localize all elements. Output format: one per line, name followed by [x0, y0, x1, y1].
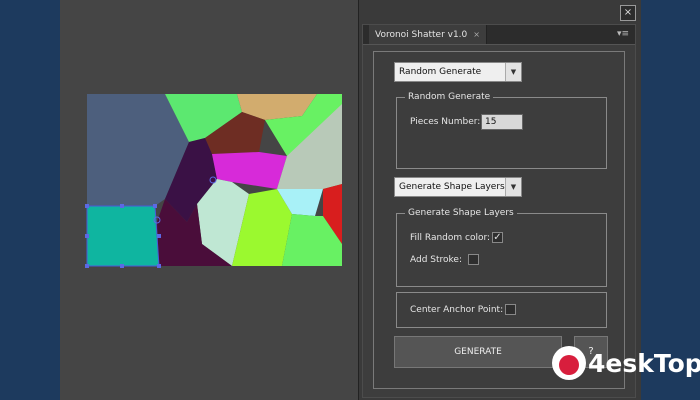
output-dropdown[interactable]: Generate Shape Layers ▼ — [394, 177, 522, 197]
voronoi-shatter-panel: Voronoi Shatter v1.0 × ▾≡ Random Generate… — [362, 24, 636, 398]
generate-button[interactable]: GENERATE — [394, 336, 562, 368]
center-anchor-checkbox[interactable] — [505, 304, 516, 315]
fill-random-checkbox[interactable]: ✓ — [492, 232, 503, 243]
selection-handle[interactable] — [153, 204, 157, 208]
selection-handle[interactable] — [120, 264, 124, 268]
random-generate-group: Random Generate Pieces Number: 15 — [396, 91, 607, 169]
panel-tabbar: Voronoi Shatter v1.0 × ▾≡ — [363, 25, 635, 45]
watermark-logo-inner — [559, 355, 579, 375]
add-stroke-label: Add Stroke: — [410, 255, 462, 265]
close-icon[interactable]: × — [620, 5, 636, 21]
tab-close-icon[interactable]: × — [473, 30, 480, 39]
watermark-logo: 4eskTop — [552, 344, 700, 388]
selection-handle[interactable] — [85, 234, 89, 238]
selection-handle[interactable] — [85, 204, 89, 208]
selection-handle[interactable] — [157, 234, 161, 238]
mode-dropdown[interactable]: Random Generate ▼ — [394, 62, 522, 82]
fill-random-label: Fill Random color: — [410, 233, 491, 243]
chevron-down-icon: ▼ — [505, 63, 521, 81]
add-stroke-checkbox[interactable] — [468, 254, 479, 265]
voronoi-canvas[interactable] — [85, 94, 342, 268]
watermark-text: 4eskTop — [588, 349, 700, 378]
random-generate-group-title: Random Generate — [405, 91, 494, 103]
panel-content: Random Generate ▼ Random Generate Pieces… — [373, 51, 625, 389]
chevron-down-icon: ▼ — [505, 178, 521, 196]
watermark-logo-icon — [552, 346, 586, 380]
tab-title: Voronoi Shatter v1.0 — [375, 30, 468, 40]
pieces-number-label: Pieces Number: — [410, 117, 481, 127]
center-anchor-label: Center Anchor Point: — [410, 305, 504, 315]
selection-handle[interactable] — [157, 264, 161, 268]
selected-voronoi-cell[interactable] — [86, 205, 160, 267]
mode-dropdown-value: Random Generate — [399, 67, 482, 77]
pieces-number-input[interactable]: 15 — [481, 114, 523, 130]
selection-handle[interactable] — [85, 264, 89, 268]
panel-menu-icon[interactable]: ▾≡ — [617, 27, 629, 41]
shape-layers-group-title: Generate Shape Layers — [405, 207, 517, 219]
tab-voronoi-shatter[interactable]: Voronoi Shatter v1.0 × — [369, 25, 487, 44]
center-anchor-group: Center Anchor Point: — [396, 292, 607, 328]
output-dropdown-value: Generate Shape Layers — [399, 182, 505, 192]
shape-layers-group: Generate Shape Layers Fill Random color:… — [396, 207, 607, 287]
selection-handle[interactable] — [120, 204, 124, 208]
